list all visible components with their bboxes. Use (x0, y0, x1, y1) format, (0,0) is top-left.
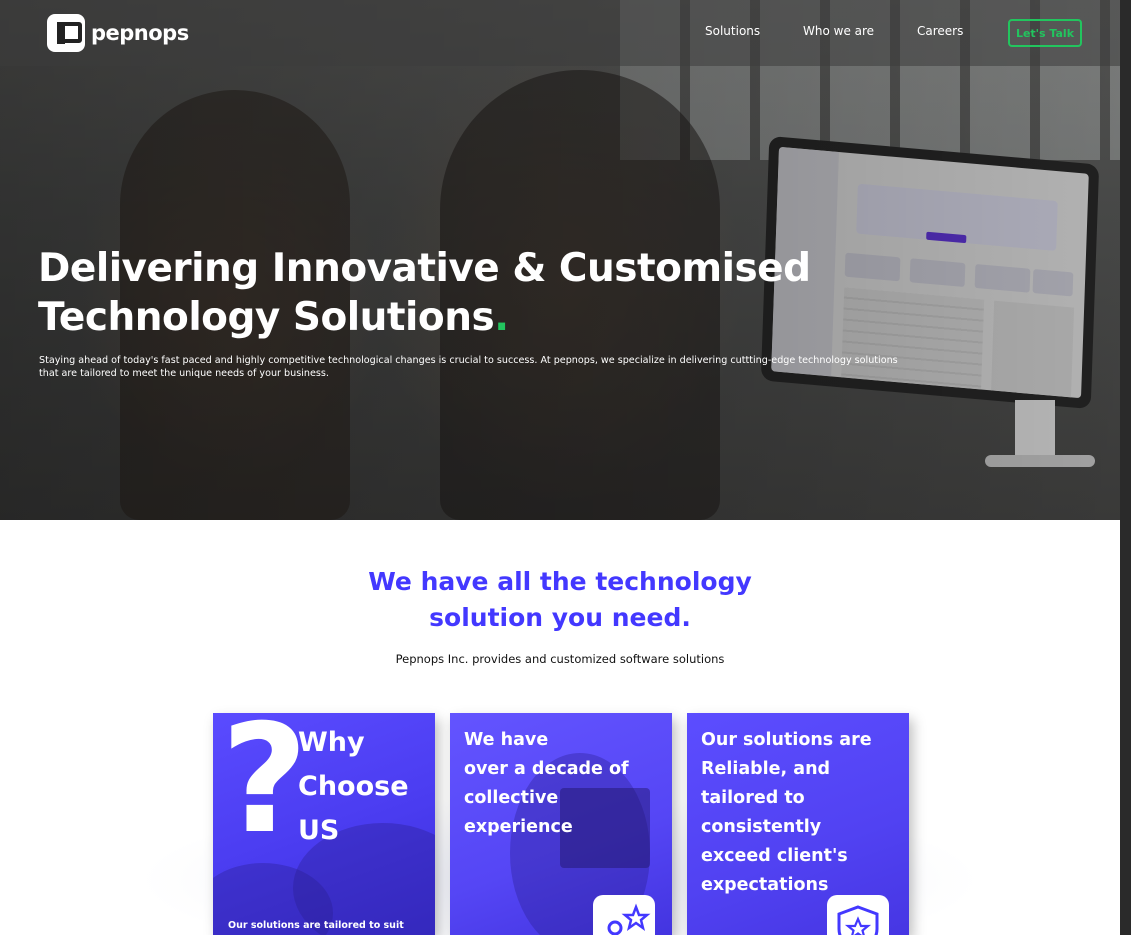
card-heading-line: exceed client's (701, 846, 848, 866)
card-heading-line: collective (464, 788, 559, 808)
lets-talk-button[interactable]: Let's Talk (1008, 19, 1082, 47)
logo[interactable]: pepnops (47, 14, 189, 52)
user-star-svg (607, 903, 651, 935)
nav-link-who-we-are[interactable]: Who we are (803, 24, 874, 38)
card-heading-line: Our solutions are (701, 730, 872, 750)
card-reliable-solutions[interactable]: Our solutions are Reliable, and tailored… (687, 713, 909, 935)
hero-title-dot: . (494, 295, 509, 340)
card-heading-line: We have (464, 730, 549, 750)
question-mark-icon: ? (221, 713, 309, 867)
shield-star-svg (837, 905, 879, 935)
card-experience[interactable]: We have over a decade of collective expe… (450, 713, 672, 935)
card-heading-line: tailored to (701, 788, 805, 808)
nav-link-careers[interactable]: Careers (917, 24, 963, 38)
hero-description: Staying ahead of today's fast paced and … (39, 355, 898, 379)
hero-section: pepnops Solutions Who we are Careers Let… (0, 0, 1120, 520)
logo-p-icon (47, 14, 85, 52)
shield-star-icon (827, 895, 889, 935)
logo-text: pepnops (91, 21, 189, 45)
section-title: We have all the technology solution you … (340, 564, 780, 636)
card-heading-line: consistently (701, 817, 822, 837)
card-heading-line: Reliable, and (701, 759, 831, 779)
card-heading: Our solutions are Reliable, and tailored… (701, 726, 872, 900)
card-heading-line: over a decade of (464, 759, 629, 779)
user-star-icon (593, 895, 655, 935)
nav-link-solutions[interactable]: Solutions (705, 24, 760, 38)
section-title-line2: solution you need. (429, 603, 691, 632)
page: pepnops Solutions Who we are Careers Let… (0, 0, 1120, 935)
top-nav: pepnops Solutions Who we are Careers Let… (0, 0, 1120, 66)
card-heading-line: experience (464, 817, 573, 837)
card-heading-line: Choose (298, 771, 409, 802)
section-subtitle: Pepnops Inc. provides and customized sof… (395, 652, 725, 666)
hero-title: Delivering Innovative & Customised Techn… (38, 244, 858, 342)
card-footer-text: Our solutions are tailored to suit (228, 920, 404, 931)
section-title-line1: We have all the technology (368, 567, 752, 596)
card-heading: We have over a decade of collective expe… (464, 726, 629, 842)
hero-title-text: Delivering Innovative & Customised Techn… (38, 246, 811, 340)
window-edge (1120, 0, 1131, 935)
card-heading-line: US (298, 815, 340, 846)
card-heading-line: Why (298, 727, 365, 758)
card-heading: Why Choose US (298, 721, 409, 853)
card-why-choose-us[interactable]: ? Why Choose US Our solutions are tailor… (213, 713, 435, 935)
